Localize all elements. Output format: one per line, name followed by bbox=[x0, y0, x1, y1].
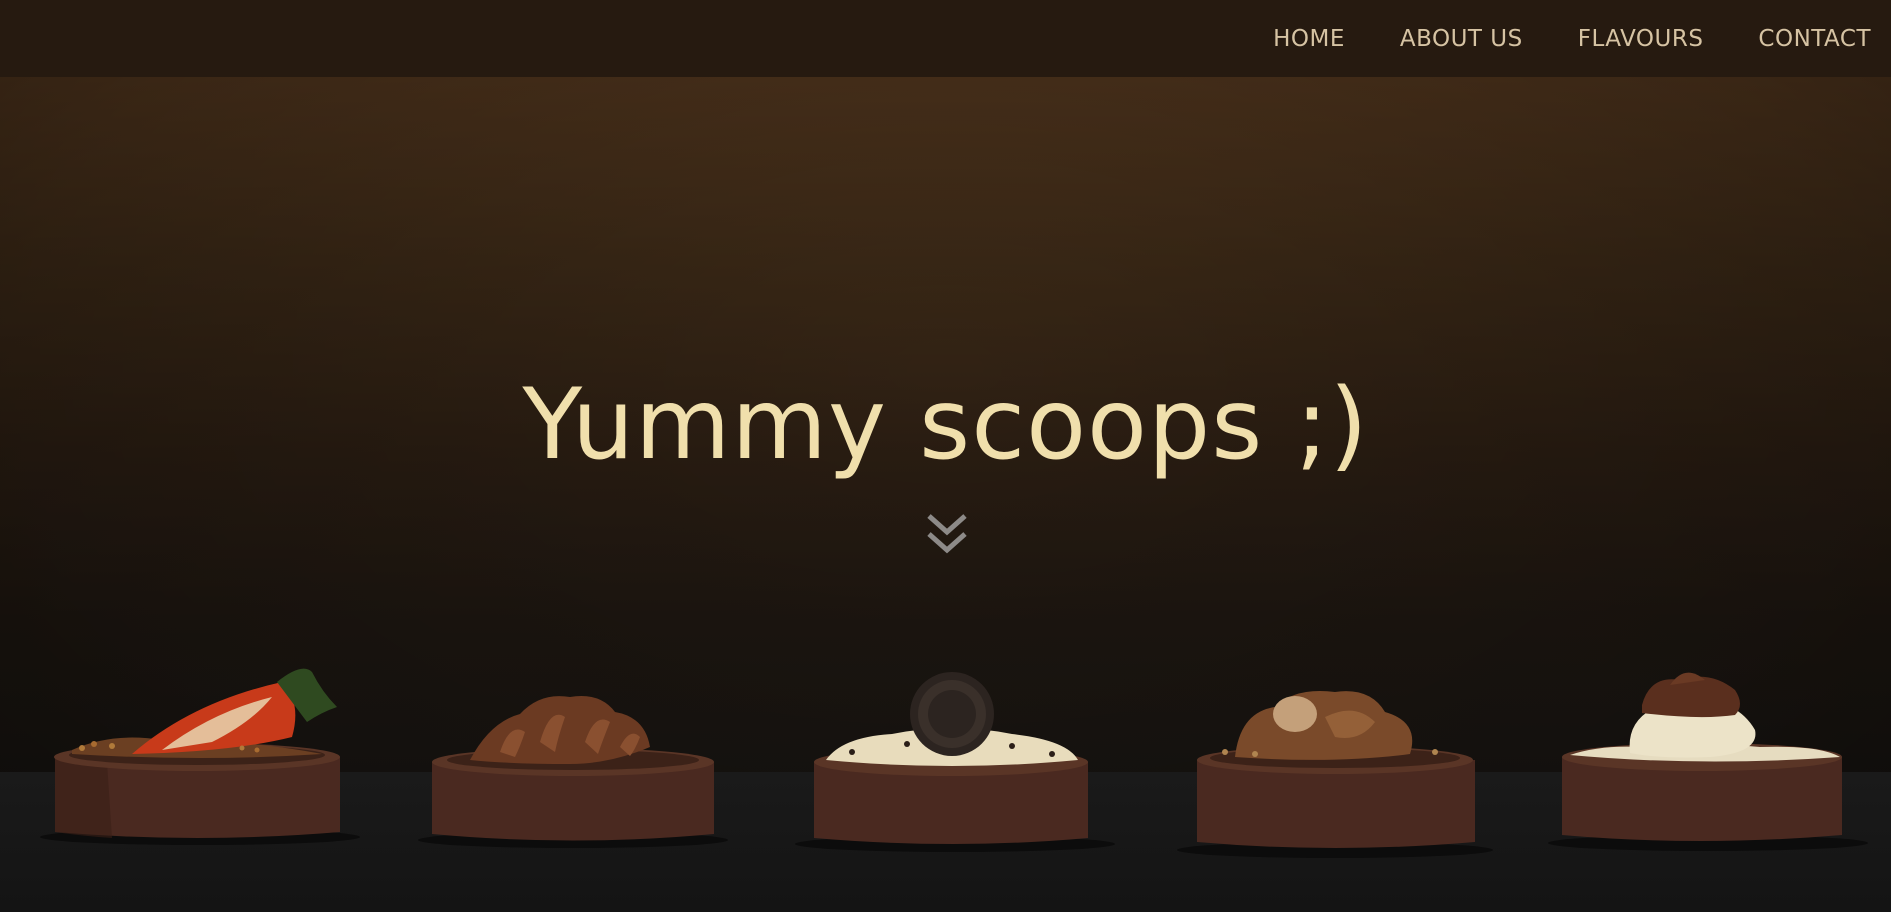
hero-section: Yummy scoops ;) bbox=[0, 77, 1891, 912]
hero-title: Yummy scoops ;) bbox=[522, 368, 1369, 482]
nav-link-home[interactable]: HOME bbox=[1273, 26, 1345, 52]
nav-link-flavours[interactable]: FLAVOURS bbox=[1578, 26, 1704, 52]
page: Yummy scoops ;) HOME ABOUT US FLAVOURS C… bbox=[0, 0, 1891, 912]
nav-links: HOME ABOUT US FLAVOURS CONTACT bbox=[1218, 0, 1871, 77]
double-chevron-down-icon[interactable] bbox=[926, 512, 968, 556]
dessert-chocolate-curls-image bbox=[418, 692, 728, 848]
dessert-vanilla-scoop-image bbox=[1548, 672, 1868, 851]
dessert-caramel-hazelnut-image bbox=[1177, 682, 1493, 858]
top-navbar: HOME ABOUT US FLAVOURS CONTACT bbox=[0, 0, 1891, 77]
dessert-strawberry-image bbox=[40, 662, 360, 845]
nav-link-contact[interactable]: CONTACT bbox=[1758, 26, 1871, 52]
nav-link-about-us[interactable]: ABOUT US bbox=[1400, 26, 1523, 52]
dessert-oreo-cream-image bbox=[795, 672, 1115, 852]
